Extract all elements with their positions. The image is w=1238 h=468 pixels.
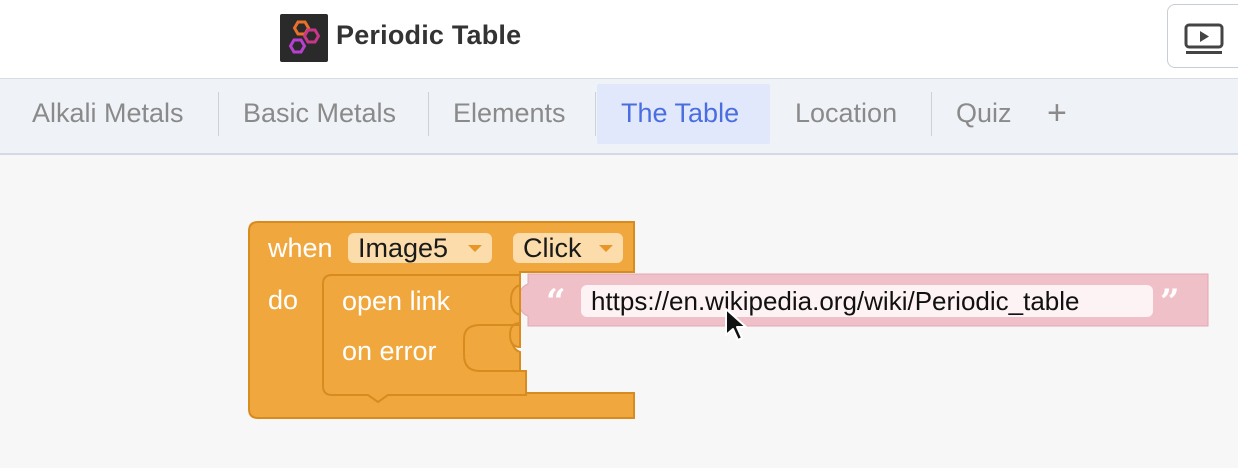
when-label: when [268, 233, 333, 263]
tab-divider [428, 92, 429, 136]
component-dropdown[interactable]: Image5 [348, 233, 492, 263]
chevron-down-icon [599, 245, 613, 252]
chevron-down-icon [468, 245, 482, 252]
tab-divider [595, 92, 596, 136]
app-header: Periodic Table [0, 0, 1238, 79]
component-dropdown-value: Image5 [358, 233, 449, 263]
close-quote-icon: ” [1160, 282, 1180, 322]
event-dropdown-value: Click [523, 233, 582, 263]
preview-button[interactable] [1167, 4, 1238, 68]
play-preview-icon [1184, 23, 1224, 54]
screen-tab-bar: Alkali Metals Basic Metals Elements The … [0, 79, 1238, 155]
mouse-pointer-icon [725, 308, 747, 341]
tab-basic-metals[interactable]: Basic Metals [243, 79, 396, 153]
tab-divider [218, 92, 219, 136]
tab-elements[interactable]: Elements [453, 79, 566, 153]
tab-the-table[interactable]: The Table [597, 84, 770, 144]
tab-alkali-metals[interactable]: Alkali Metals [32, 79, 184, 153]
app-title: Periodic Table [336, 20, 522, 50]
add-tab-button[interactable]: + [1047, 93, 1067, 133]
tab-location[interactable]: Location [795, 79, 897, 153]
do-label: do [268, 285, 299, 315]
event-dropdown[interactable]: Click [513, 233, 623, 263]
url-text-field[interactable]: https://en.wikipedia.org/wiki/Periodic_t… [581, 285, 1153, 317]
open-quote-icon: “ [546, 282, 566, 322]
tab-quiz[interactable]: Quiz [956, 79, 1012, 153]
blocks-workspace[interactable]: when Image5 Click do open link on error … [0, 155, 1238, 468]
hexagons-logo-icon [280, 14, 328, 62]
open-link-label: open link [342, 286, 451, 316]
on-error-label: on error [342, 336, 437, 366]
tab-divider [931, 92, 932, 136]
